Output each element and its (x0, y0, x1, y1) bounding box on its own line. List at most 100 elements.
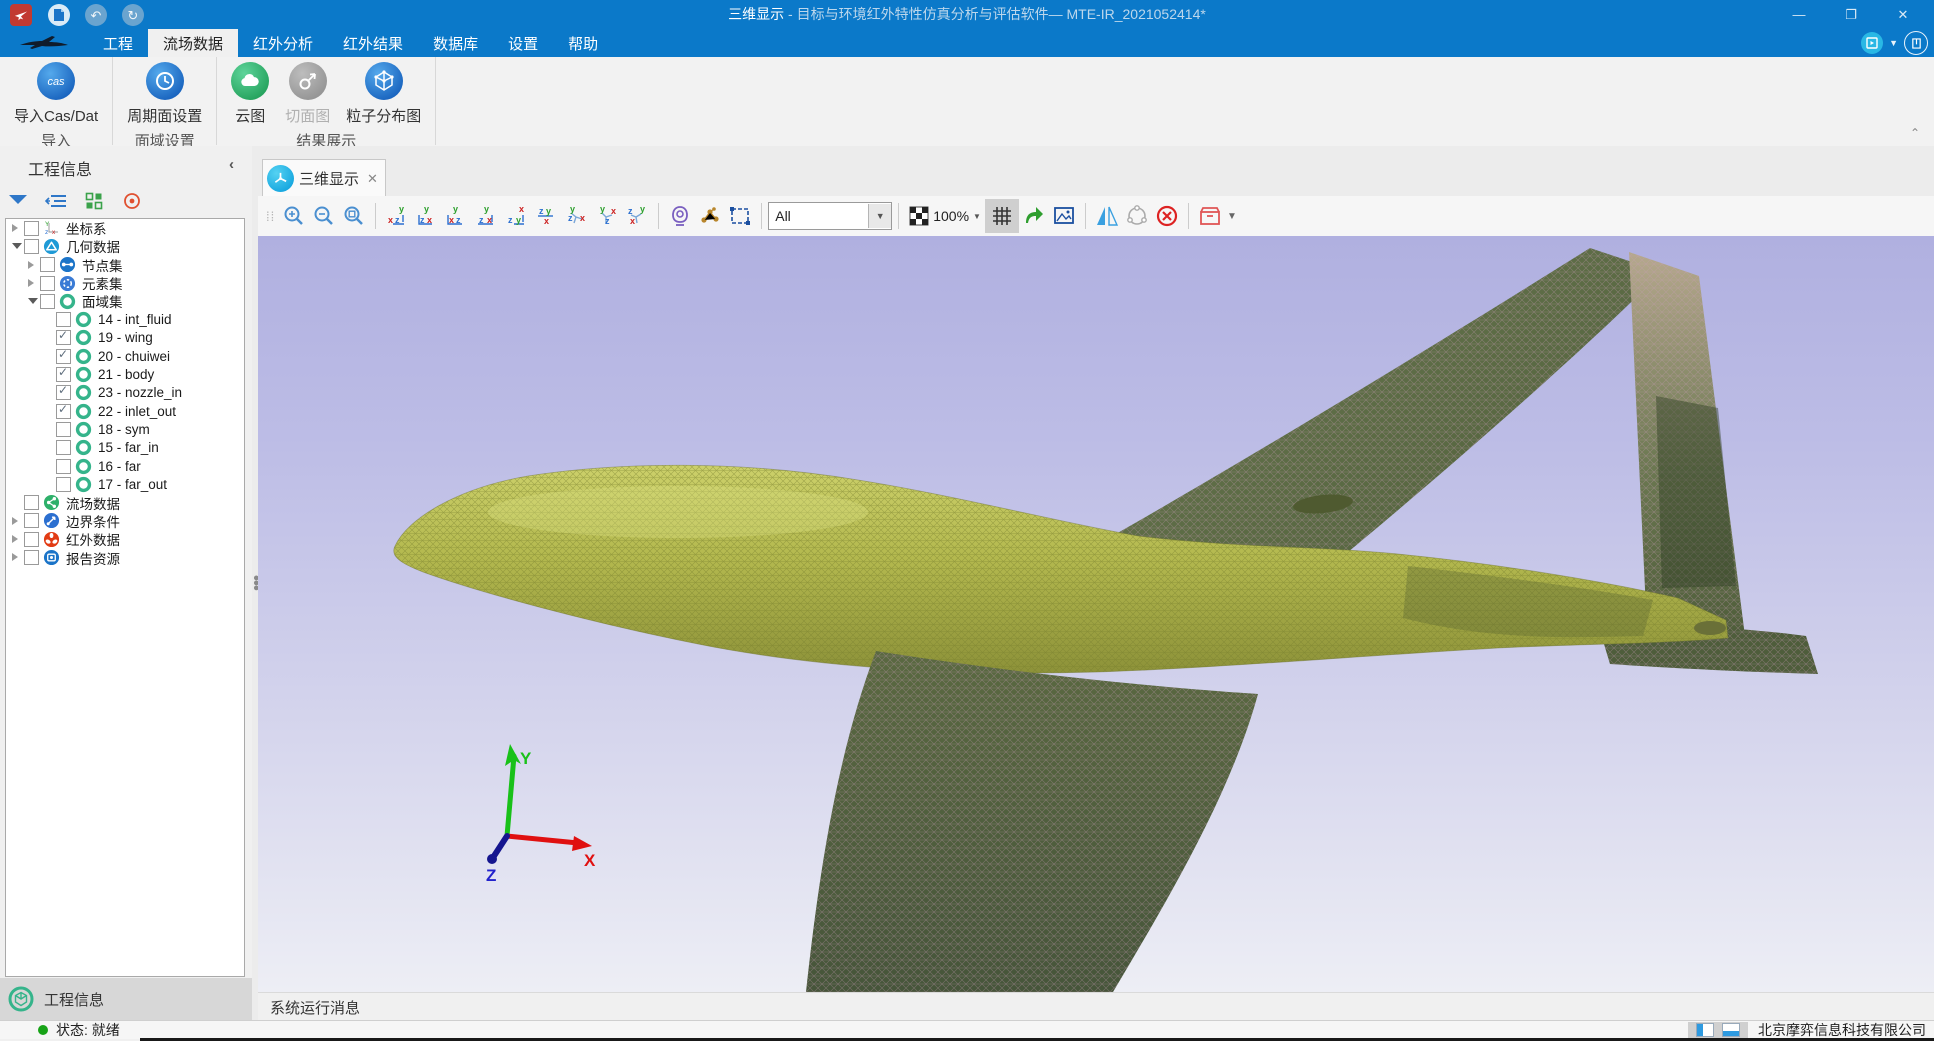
tree-row-15[interactable]: 流场数据 (6, 493, 244, 511)
view-orientation-2-button[interactable]: zxy (412, 201, 442, 231)
tree-row-9[interactable]: 23 - nozzle_in (6, 384, 244, 402)
tree-expander-icon[interactable] (26, 261, 40, 269)
tree-checkbox[interactable] (24, 532, 39, 547)
share-view-button[interactable] (1019, 201, 1049, 231)
minimize-button[interactable]: — (1776, 0, 1822, 29)
mirror-button[interactable] (1092, 201, 1122, 231)
layout-left-icon[interactable] (1696, 1023, 1714, 1037)
tree-checkbox[interactable] (24, 239, 39, 254)
ribbon-button-2-0[interactable]: 云图 (223, 57, 277, 126)
zoom-out-button[interactable] (309, 201, 339, 231)
periodic-copy-button[interactable] (1122, 201, 1152, 231)
opacity-control[interactable]: 100% ▼ (909, 206, 981, 226)
tree-checkbox[interactable] (24, 550, 39, 565)
tree-checkbox[interactable] (56, 349, 71, 364)
panel-footer-tab[interactable]: 工程信息 (0, 978, 252, 1020)
tree-row-18[interactable]: 报告资源 (6, 548, 244, 566)
tree-expander-icon[interactable] (10, 238, 24, 254)
tree-row-14[interactable]: 17 - far_out (6, 475, 244, 493)
tree-expander-icon[interactable] (10, 553, 24, 561)
tree-checkbox[interactable] (56, 440, 71, 455)
theme-button[interactable] (1861, 32, 1883, 54)
tree-checkbox[interactable] (56, 312, 71, 327)
view-orientation-3-button[interactable]: xzy (442, 201, 472, 231)
manual-button[interactable] (1904, 31, 1928, 55)
particle-trace-button[interactable] (695, 201, 725, 231)
tree-row-17[interactable]: 红外数据 (6, 530, 244, 548)
tree-checkbox[interactable] (56, 404, 71, 419)
tree-checkbox[interactable] (56, 330, 71, 345)
maximize-button[interactable]: ❐ (1828, 0, 1874, 29)
view-orientation-6-button[interactable]: zyx (532, 201, 562, 231)
ribbon-button-1-0[interactable]: 周期面设置 (119, 57, 210, 126)
tab-close-icon[interactable]: ✕ (367, 171, 378, 187)
combo-arrow-icon[interactable]: ▼ (868, 204, 891, 228)
archive-caret-icon[interactable]: ▼ (1227, 211, 1237, 222)
tree-row-6[interactable]: 19 - wing (6, 329, 244, 347)
tree-row-8[interactable]: 21 - body (6, 365, 244, 383)
tree-row-10[interactable]: 22 - inlet_out (6, 402, 244, 420)
menu-tab-5[interactable]: 设置 (493, 29, 553, 57)
filter-icon[interactable] (6, 189, 30, 213)
menu-tab-6[interactable]: 帮助 (553, 29, 613, 57)
viewport-3d[interactable]: Y X Z (258, 236, 1934, 992)
tree-checkbox[interactable] (40, 257, 55, 272)
tab-3d-view[interactable]: 三维显示 ✕ (262, 159, 386, 197)
tree-row-11[interactable]: 18 - sym (6, 420, 244, 438)
cancel-button[interactable] (1152, 201, 1182, 231)
view-orientation-1-button[interactable]: xzy (382, 201, 412, 231)
tree-expander-icon[interactable] (10, 224, 24, 232)
tree-row-5[interactable]: 14 - int_fluid (6, 310, 244, 328)
tree-checkbox[interactable] (24, 495, 39, 510)
ribbon-collapse-icon[interactable]: ⌃ (1910, 126, 1920, 140)
display-filter-select[interactable]: All ▼ (768, 202, 892, 230)
view-orientation-9-button[interactable]: zyx (622, 201, 652, 231)
archive-box-button[interactable] (1195, 201, 1225, 231)
tree-checkbox[interactable] (56, 477, 71, 492)
tree-expander-icon[interactable] (26, 279, 40, 287)
layout-toggle-icons[interactable] (1688, 1022, 1748, 1039)
tree-expander-icon[interactable] (26, 293, 40, 309)
tree-row-4[interactable]: 面域集 (6, 292, 244, 310)
menu-tab-3[interactable]: 红外结果 (328, 29, 418, 57)
tree-row-2[interactable]: 节点集 (6, 256, 244, 274)
menu-tab-2[interactable]: 红外分析 (238, 29, 328, 57)
tree-row-12[interactable]: 15 - far_in (6, 439, 244, 457)
view-orientation-8-button[interactable]: yxz (592, 201, 622, 231)
tree-checkbox[interactable] (56, 422, 71, 437)
tree-row-7[interactable]: 20 - chuiwei (6, 347, 244, 365)
collapse-all-icon[interactable] (44, 189, 68, 213)
tree-expander-icon[interactable] (10, 535, 24, 543)
close-button[interactable]: ✕ (1880, 0, 1926, 29)
view-orientation-5-button[interactable]: zyx (502, 201, 532, 231)
group-view-icon[interactable] (82, 189, 106, 213)
tree-row-3[interactable]: 元素集 (6, 274, 244, 292)
tree-checkbox[interactable] (40, 276, 55, 291)
menu-tab-0[interactable]: 工程 (88, 29, 148, 57)
tree-checkbox[interactable] (56, 459, 71, 474)
tree-row-16[interactable]: 边界条件 (6, 512, 244, 530)
zoom-in-button[interactable] (279, 201, 309, 231)
locate-target-icon[interactable] (120, 189, 144, 213)
tree-checkbox[interactable] (24, 513, 39, 528)
mesh-toggle-button[interactable] (985, 199, 1019, 233)
view-orientation-7-button[interactable]: yxz (562, 201, 592, 231)
panel-collapse-icon[interactable]: ‹ (229, 156, 234, 173)
menu-tab-4[interactable]: 数据库 (418, 29, 493, 57)
camera-button[interactable] (665, 201, 695, 231)
select-box-button[interactable] (725, 201, 755, 231)
layout-bottom-icon[interactable] (1722, 1023, 1740, 1037)
tree-checkbox[interactable] (24, 221, 39, 236)
screenshot-button[interactable] (1049, 201, 1079, 231)
tree-row-0[interactable]: Yzx坐标系 (6, 219, 244, 237)
tree-checkbox[interactable] (56, 367, 71, 382)
toolbar-drag-handle[interactable]: ⁞⁞ (266, 209, 275, 224)
tree-checkbox[interactable] (56, 385, 71, 400)
zoom-fit-button[interactable] (339, 201, 369, 231)
ribbon-button-2-2[interactable]: 粒子分布图 (338, 57, 429, 126)
tree-row-1[interactable]: 几何数据 (6, 237, 244, 255)
theme-caret-icon[interactable]: ▼ (1889, 38, 1898, 48)
tree-expander-icon[interactable] (10, 517, 24, 525)
tree-checkbox[interactable] (40, 294, 55, 309)
ribbon-button-0-0[interactable]: cas导入Cas/Dat (6, 57, 106, 126)
